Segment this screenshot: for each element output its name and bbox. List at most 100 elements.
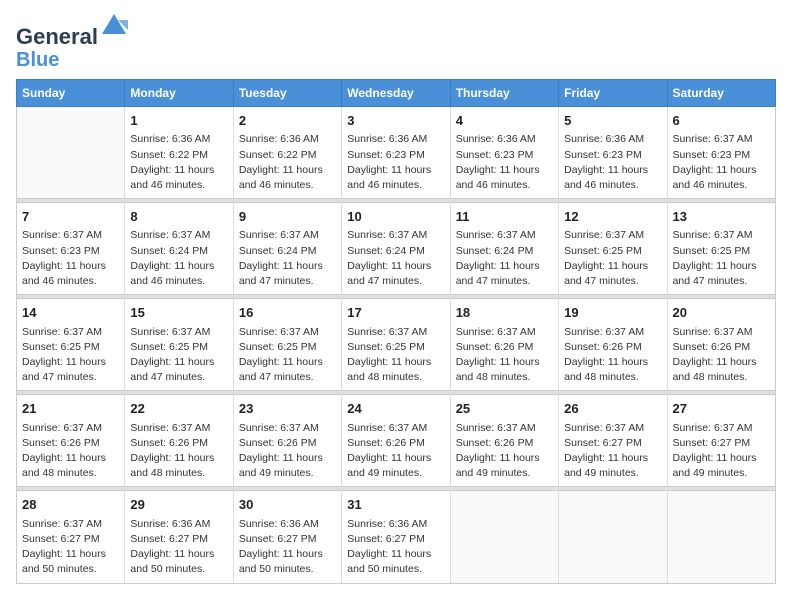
day-number: 16 (239, 304, 336, 322)
day-info: Sunrise: 6:37 AM Sunset: 6:25 PM Dayligh… (347, 325, 444, 386)
day-number: 15 (130, 304, 227, 322)
day-number: 29 (130, 496, 227, 514)
logo-text: General (16, 16, 128, 49)
calendar-cell: 11Sunrise: 6:37 AM Sunset: 6:24 PM Dayli… (450, 203, 558, 295)
calendar-cell: 18 Sunrise: 6:37 AM Sunset: 6:26 PM Dayli… (450, 299, 558, 391)
day-info: Sunrise: 6:37 AM Sunset: 6:24 PM Dayligh… (239, 228, 336, 289)
day-number: 28 (22, 496, 119, 514)
day-info: Sunrise: 6:37 AM Sunset: 6:26 PM Dayligh… (456, 325, 553, 386)
day-number: 8 (130, 208, 227, 226)
calendar-cell: 25 Sunrise: 6:37 AM Sunset: 6:26 PM Dayli… (450, 395, 558, 487)
day-number: 21 (22, 400, 119, 418)
day-number: 23 (239, 400, 336, 418)
calendar-cell: 5 Sunrise: 6:36 AM Sunset: 6:23 PM Daylig… (559, 107, 667, 199)
day-number: 7 (22, 208, 119, 226)
day-info: Sunrise: 6:36 AM Sunset: 6:23 PM Dayligh… (347, 132, 444, 193)
column-header-saturday: Saturday (667, 80, 775, 107)
logo-blue-text: Blue (16, 49, 128, 71)
day-info: Sunrise: 6:37 AM Sunset: 6:26 PM Dayligh… (564, 325, 661, 386)
calendar-cell: 7 Sunrise: 6:37 AM Sunset: 6:23 PM Daylig… (17, 203, 125, 295)
day-info: Sunrise: 6:36 AM Sunset: 6:27 PM Dayligh… (130, 517, 227, 578)
day-number: 6 (673, 112, 770, 130)
calendar-cell: 14 Sunrise: 6:37 AM Sunset: 6:25 PM Dayli… (17, 299, 125, 391)
day-info: Sunrise: 6:37 AM Sunset: 6:26 PM Dayligh… (347, 421, 444, 482)
day-info: Sunrise: 6:37 AM Sunset: 6:27 PM Dayligh… (22, 517, 119, 578)
calendar-cell (450, 491, 558, 583)
day-number: 30 (239, 496, 336, 514)
day-number: 27 (673, 400, 770, 418)
day-number: 17 (347, 304, 444, 322)
day-number: 4 (456, 112, 553, 130)
calendar-cell: 6Sunrise: 6:37 AM Sunset: 6:23 PM Daylig… (667, 107, 775, 199)
day-number: 14 (22, 304, 119, 322)
day-number: 9 (239, 208, 336, 226)
column-header-monday: Monday (125, 80, 233, 107)
calendar-cell (667, 491, 775, 583)
calendar-week-row: 14 Sunrise: 6:37 AM Sunset: 6:25 PM Dayli… (17, 299, 776, 391)
calendar-cell (559, 491, 667, 583)
day-info: Sunrise: 6:37 AM Sunset: 6:26 PM Dayligh… (130, 421, 227, 482)
calendar-cell: 10 Sunrise: 6:37 AM Sunset: 6:24 PM Dayli… (342, 203, 450, 295)
day-number: 10 (347, 208, 444, 226)
day-info: Sunrise: 6:36 AM Sunset: 6:23 PM Dayligh… (564, 132, 661, 193)
day-number: 19 (564, 304, 661, 322)
day-number: 26 (564, 400, 661, 418)
day-number: 31 (347, 496, 444, 514)
day-info: Sunrise: 6:36 AM Sunset: 6:22 PM Dayligh… (239, 132, 336, 193)
logo-icon (100, 12, 128, 40)
day-info: Sunrise: 6:37 AM Sunset: 6:26 PM Dayligh… (456, 421, 553, 482)
day-info: Sunrise: 6:36 AM Sunset: 6:23 PM Dayligh… (456, 132, 553, 193)
calendar-cell: 22 Sunrise: 6:37 AM Sunset: 6:26 PM Dayli… (125, 395, 233, 487)
day-number: 3 (347, 112, 444, 130)
calendar-cell: 2Sunrise: 6:36 AM Sunset: 6:22 PM Daylig… (233, 107, 341, 199)
day-number: 22 (130, 400, 227, 418)
calendar-cell: 17 Sunrise: 6:37 AM Sunset: 6:25 PM Dayli… (342, 299, 450, 391)
calendar-week-row: 7 Sunrise: 6:37 AM Sunset: 6:23 PM Daylig… (17, 203, 776, 295)
calendar-cell: 27 Sunrise: 6:37 AM Sunset: 6:27 PM Dayli… (667, 395, 775, 487)
calendar-cell: 1 Sunrise: 6:36 AM Sunset: 6:22 PM Daylig… (125, 107, 233, 199)
calendar-cell: 19 Sunrise: 6:37 AM Sunset: 6:26 PM Dayli… (559, 299, 667, 391)
page-header: General Blue (16, 16, 776, 71)
calendar-cell: 31Sunrise: 6:36 AM Sunset: 6:27 PM Dayli… (342, 491, 450, 583)
day-number: 5 (564, 112, 661, 130)
day-info: Sunrise: 6:37 AM Sunset: 6:26 PM Dayligh… (239, 421, 336, 482)
calendar-header-row: SundayMondayTuesdayWednesdayThursdayFrid… (17, 80, 776, 107)
day-info: Sunrise: 6:37 AM Sunset: 6:25 PM Dayligh… (22, 325, 119, 386)
day-info: Sunrise: 6:37 AM Sunset: 6:26 PM Dayligh… (673, 325, 770, 386)
calendar-cell: 23 Sunrise: 6:37 AM Sunset: 6:26 PM Dayli… (233, 395, 341, 487)
column-header-sunday: Sunday (17, 80, 125, 107)
calendar-cell: 3 Sunrise: 6:36 AM Sunset: 6:23 PM Daylig… (342, 107, 450, 199)
calendar-cell: 15 Sunrise: 6:37 AM Sunset: 6:25 PM Dayli… (125, 299, 233, 391)
calendar-cell: 12Sunrise: 6:37 AM Sunset: 6:25 PM Dayli… (559, 203, 667, 295)
day-info: Sunrise: 6:37 AM Sunset: 6:27 PM Dayligh… (673, 421, 770, 482)
calendar-cell: 20 Sunrise: 6:37 AM Sunset: 6:26 PM Dayli… (667, 299, 775, 391)
day-number: 13 (673, 208, 770, 226)
day-info: Sunrise: 6:37 AM Sunset: 6:25 PM Dayligh… (564, 228, 661, 289)
day-number: 24 (347, 400, 444, 418)
day-number: 18 (456, 304, 553, 322)
column-header-tuesday: Tuesday (233, 80, 341, 107)
column-header-thursday: Thursday (450, 80, 558, 107)
calendar-cell: 13Sunrise: 6:37 AM Sunset: 6:25 PM Dayli… (667, 203, 775, 295)
calendar-cell: 30Sunrise: 6:36 AM Sunset: 6:27 PM Dayli… (233, 491, 341, 583)
calendar-cell: 8 Sunrise: 6:37 AM Sunset: 6:24 PM Daylig… (125, 203, 233, 295)
day-number: 20 (673, 304, 770, 322)
calendar-cell: 24 Sunrise: 6:37 AM Sunset: 6:26 PM Dayli… (342, 395, 450, 487)
day-info: Sunrise: 6:37 AM Sunset: 6:24 PM Dayligh… (347, 228, 444, 289)
day-number: 11 (456, 208, 553, 226)
day-info: Sunrise: 6:37 AM Sunset: 6:25 PM Dayligh… (130, 325, 227, 386)
calendar-body: 1 Sunrise: 6:36 AM Sunset: 6:22 PM Daylig… (17, 107, 776, 583)
column-header-friday: Friday (559, 80, 667, 107)
calendar-cell: 26Sunrise: 6:37 AM Sunset: 6:27 PM Dayli… (559, 395, 667, 487)
day-info: Sunrise: 6:37 AM Sunset: 6:25 PM Dayligh… (239, 325, 336, 386)
day-number: 1 (130, 112, 227, 130)
calendar-cell: 4 Sunrise: 6:36 AM Sunset: 6:23 PM Daylig… (450, 107, 558, 199)
day-info: Sunrise: 6:37 AM Sunset: 6:23 PM Dayligh… (22, 228, 119, 289)
day-number: 25 (456, 400, 553, 418)
calendar-week-row: 28 Sunrise: 6:37 AM Sunset: 6:27 PM Dayli… (17, 491, 776, 583)
day-info: Sunrise: 6:37 AM Sunset: 6:24 PM Dayligh… (130, 228, 227, 289)
calendar-week-row: 1 Sunrise: 6:36 AM Sunset: 6:22 PM Daylig… (17, 107, 776, 199)
day-info: Sunrise: 6:36 AM Sunset: 6:22 PM Dayligh… (130, 132, 227, 193)
calendar-cell (17, 107, 125, 199)
calendar-cell: 16 Sunrise: 6:37 AM Sunset: 6:25 PM Dayli… (233, 299, 341, 391)
